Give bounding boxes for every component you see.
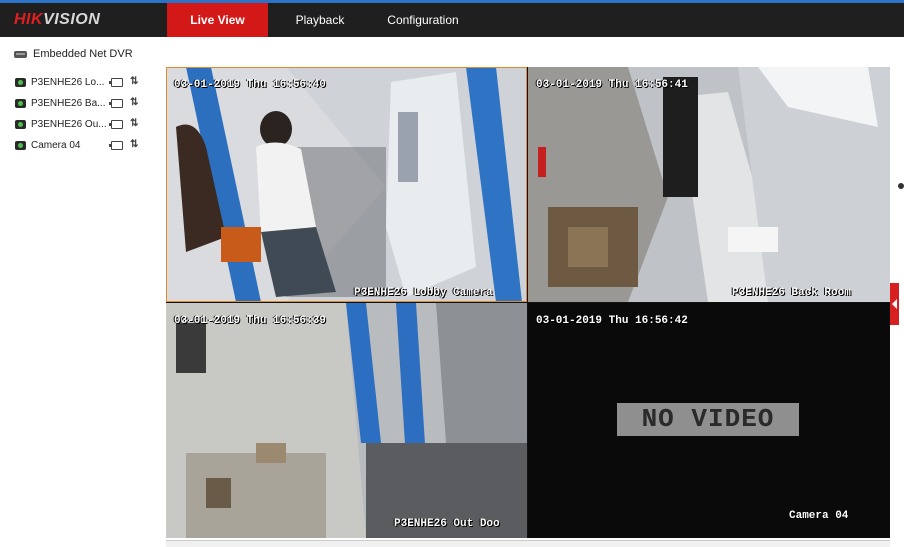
video-tile-1[interactable]: 03-01-2019 Thu 16:56:40 P3ENHE26 Lobby C… <box>166 67 527 302</box>
tile-timestamp: 03-01-2019 Thu 16:56:39 <box>174 315 326 327</box>
camera-icon <box>15 98 26 108</box>
record-icon[interactable] <box>109 98 123 108</box>
camera-label: P3ENHE26 Ou... <box>31 118 107 130</box>
video-tile-4[interactable]: 03-01-2019 Thu 16:56:42 NO VIDEO Camera … <box>528 303 890 538</box>
ptz-icon[interactable]: ⇅ <box>130 76 142 88</box>
collapse-panel-handle[interactable] <box>890 283 899 325</box>
record-icon[interactable] <box>109 140 123 150</box>
tab-configuration[interactable]: Configuration <box>378 3 468 37</box>
brand-logo-rest: VISION <box>43 11 101 28</box>
tile-camera-name: P3ENHE26 Back Room <box>732 287 851 299</box>
tile-camera-name: P3ENHE26 Lobby Camera <box>354 287 493 299</box>
video-tile-3[interactable]: 03-01-2019 Thu 16:56:39 P3ENHE26 Out Doo <box>166 303 527 538</box>
brand-logo: HIKVISION <box>14 11 100 29</box>
camera-label: P3ENHE26 Lo... <box>31 76 105 88</box>
camera-item-1[interactable]: P3ENHE26 Lo... ⇅ <box>15 74 155 90</box>
record-icon[interactable] <box>109 119 123 129</box>
tab-playback[interactable]: Playback <box>283 3 357 37</box>
camera-item-2[interactable]: P3ENHE26 Ba... ⇅ <box>15 95 155 111</box>
device-node[interactable]: Embedded Net DVR <box>14 48 133 60</box>
camera-icon <box>15 119 26 129</box>
brand-logo-red: HIK <box>14 11 44 28</box>
video-tile-2[interactable]: 03-01-2019 Thu 16:56:41 P3ENHE26 Back Ro… <box>528 67 890 302</box>
device-tree: Embedded Net DVR P3ENHE26 Lo... ⇅ P3ENHE… <box>0 37 160 547</box>
device-label: Embedded Net DVR <box>33 48 133 60</box>
ptz-icon[interactable]: ⇅ <box>130 97 142 109</box>
bottom-toolbar <box>166 540 890 547</box>
back-room-camera-feed <box>528 67 890 302</box>
tile-camera-name: P3ENHE26 Out Doo <box>394 518 500 530</box>
out-door-camera-feed <box>166 303 527 538</box>
lobby-camera-feed <box>166 67 527 302</box>
ptz-icon[interactable]: ⇅ <box>130 139 142 151</box>
camera-item-4[interactable]: Camera 04 ⇅ <box>15 137 155 153</box>
no-video-banner: NO VIDEO <box>617 403 799 436</box>
tile-timestamp: 03-01-2019 Thu 16:56:42 <box>536 315 688 327</box>
camera-icon <box>15 140 26 150</box>
ptz-icon[interactable]: ⇅ <box>130 118 142 130</box>
camera-icon <box>15 77 26 87</box>
app-header: HIKVISION Live View Playback Configurati… <box>0 3 904 37</box>
tile-timestamp: 03-01-2019 Thu 16:56:40 <box>174 79 326 91</box>
record-icon[interactable] <box>109 77 123 87</box>
scroll-indicator <box>898 183 904 189</box>
camera-item-3[interactable]: P3ENHE26 Ou... ⇅ <box>15 116 155 132</box>
tile-camera-name: Camera 04 <box>789 510 849 522</box>
dvr-icon <box>14 50 27 58</box>
live-view-grid: 03-01-2019 Thu 16:56:40 P3ENHE26 Lobby C… <box>166 67 890 538</box>
tab-live-view[interactable]: Live View <box>167 3 268 37</box>
tile-timestamp: 03-01-2019 Thu 16:56:41 <box>536 79 688 91</box>
camera-label: P3ENHE26 Ba... <box>31 97 106 109</box>
camera-label: Camera 04 <box>31 139 81 151</box>
